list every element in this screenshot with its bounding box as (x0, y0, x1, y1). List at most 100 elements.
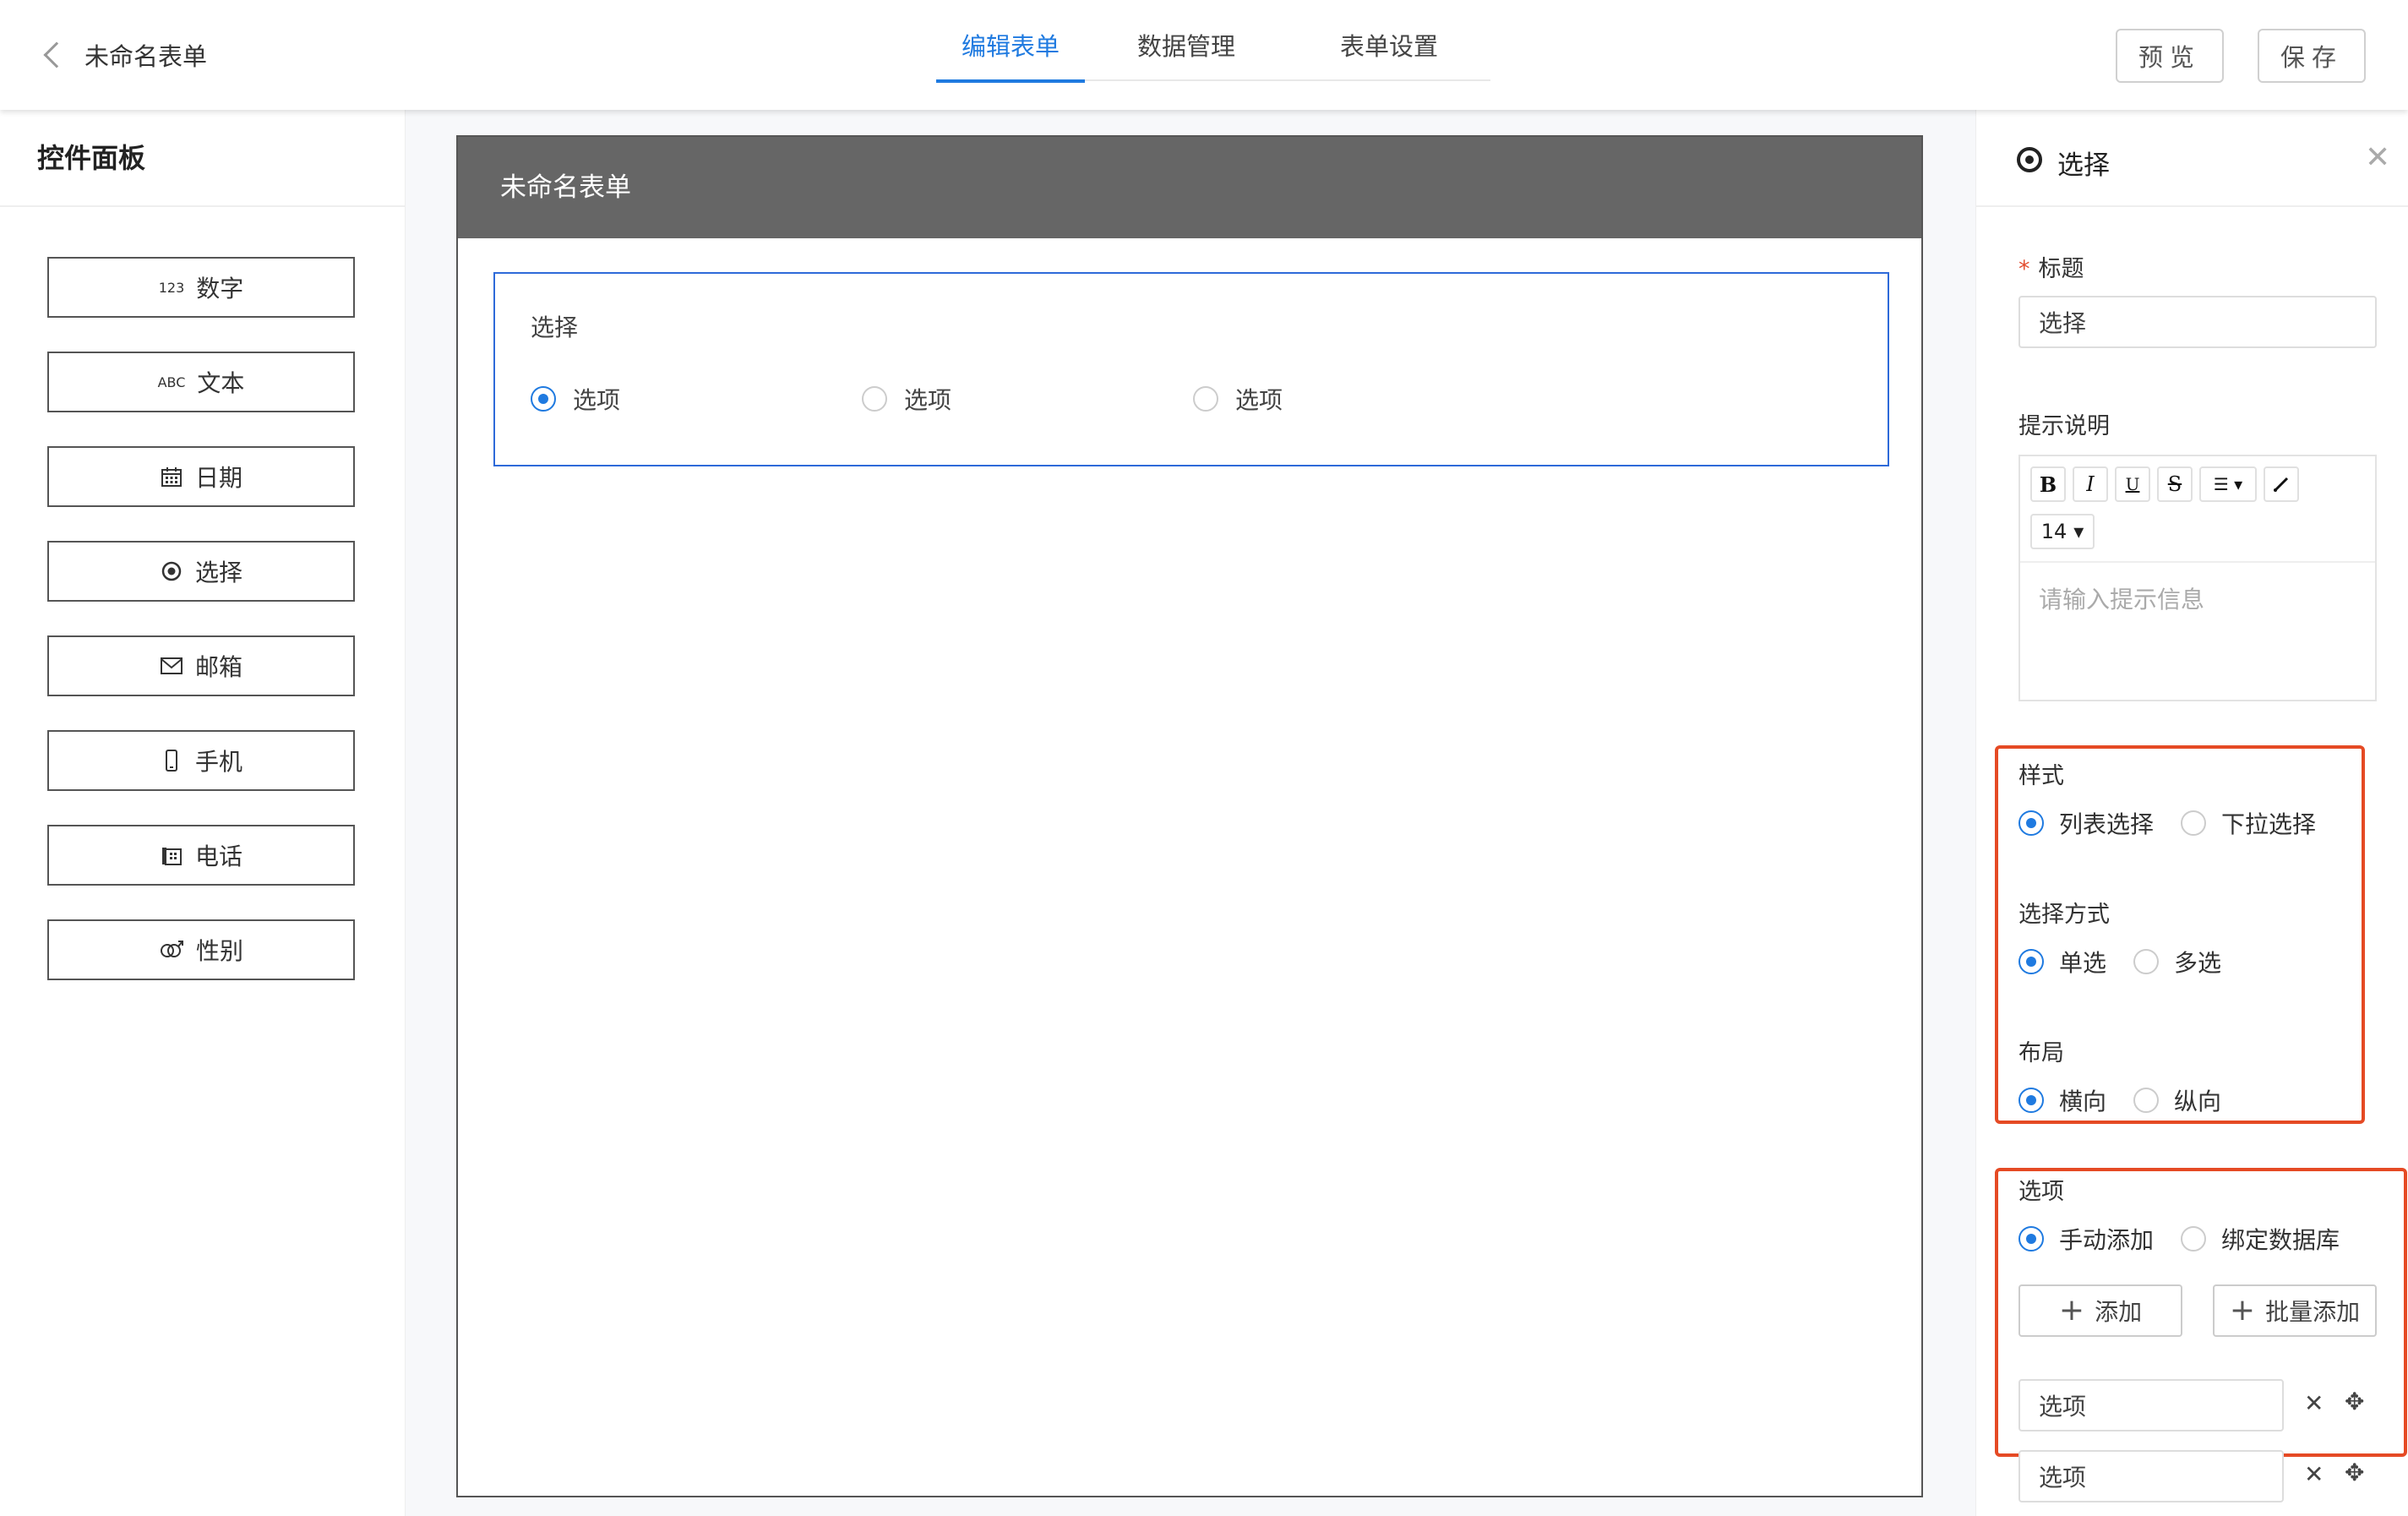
title-input[interactable]: 选择 (2018, 296, 2377, 348)
radio-icon (160, 560, 183, 582)
option-row-input[interactable]: 选项 (2018, 1450, 2284, 1502)
font-size-toolbar: 14 ▾ (2030, 514, 2095, 549)
option-row-input[interactable]: 选项 (2018, 1379, 2284, 1431)
brush-icon[interactable] (2264, 466, 2299, 502)
style-option-list[interactable]: 列表选择 (2018, 806, 2154, 840)
radio-button[interactable] (862, 386, 887, 412)
bold-icon[interactable]: B (2030, 466, 2066, 502)
control-label: 邮箱 (194, 653, 242, 681)
properties-title: 选择 (2057, 150, 2110, 181)
source-option-manual[interactable]: 手动添加 (2018, 1222, 2154, 1256)
option-label: 选项 (573, 386, 621, 414)
tab-form-settings[interactable]: 表单设置 (1288, 0, 1490, 81)
move-icon[interactable]: ✥ (2345, 1459, 2364, 1486)
options-label: 选项 (2018, 1179, 2064, 1205)
option-label: 选项 (1235, 386, 1283, 414)
add-option-button[interactable]: + 添加 (2018, 1284, 2182, 1337)
mode-option-multi[interactable]: 多选 (2133, 945, 2221, 979)
underline-icon[interactable]: U (2115, 466, 2150, 502)
radio-button[interactable] (2181, 810, 2206, 836)
layout-option-vertical[interactable]: 纵向 (2133, 1083, 2221, 1117)
control-panel: 控件面板 123 数字 ABC 文本 日期 选择 邮箱 手机 电话 性别 (0, 110, 406, 1516)
required-mark: * (2018, 256, 2030, 282)
align-dropdown-icon[interactable]: ☰ ▾ (2199, 466, 2257, 502)
control-date[interactable]: 日期 (47, 446, 355, 507)
properties-header: 选择 ✕ (1976, 110, 2408, 207)
gender-icon (159, 939, 184, 961)
mode-option-single[interactable]: 单选 (2018, 945, 2106, 979)
control-email[interactable]: 邮箱 (47, 635, 355, 696)
control-gender[interactable]: 性别 (47, 919, 355, 980)
mail-icon (160, 657, 183, 675)
delete-icon[interactable]: ✕ (2304, 1389, 2324, 1417)
control-label: 性别 (195, 937, 243, 965)
layout-label: 布局 (2018, 1040, 2064, 1066)
radio-button[interactable] (531, 386, 556, 412)
control-mobile[interactable]: 手机 (47, 730, 355, 791)
control-label: 日期 (194, 464, 242, 492)
layout-option-horizontal[interactable]: 横向 (2018, 1083, 2106, 1117)
field-option-3[interactable]: 选项 (1193, 382, 1283, 416)
strikethrough-icon[interactable]: S (2157, 466, 2193, 502)
radio-icon (2017, 147, 2042, 172)
hint-editor: B I U S ☰ ▾ 14 ▾ 请输入提示信息 (2018, 455, 2377, 701)
control-phone[interactable]: 电话 (47, 825, 355, 886)
radio-button[interactable] (2181, 1226, 2206, 1252)
text-icon: ABC (157, 374, 186, 390)
chevron-left-icon (43, 41, 70, 68)
form-name: 未命名表单 (84, 42, 208, 71)
style-label: 样式 (2018, 763, 2064, 789)
radio-button[interactable] (2133, 949, 2159, 974)
save-button[interactable]: 保存 (2258, 29, 2366, 83)
control-select[interactable]: 选择 (47, 541, 355, 602)
control-label: 手机 (194, 748, 242, 776)
radio-button[interactable] (2018, 1088, 2044, 1113)
editor-toolbar: B I U S ☰ ▾ (2030, 466, 2299, 502)
back-button[interactable]: 未命名表单 (41, 37, 207, 73)
hint-placeholder[interactable]: 请输入提示信息 (2039, 581, 2204, 615)
top-bar: 未命名表单 编辑表单 数据管理 表单设置 预览 保存 (0, 0, 2408, 110)
delete-icon[interactable]: ✕ (2304, 1460, 2324, 1488)
calendar-icon (160, 466, 183, 488)
phone-icon (160, 844, 183, 866)
plus-icon: + (2058, 1293, 2085, 1328)
number-icon: 123 (158, 279, 185, 296)
tab-data-management[interactable]: 数据管理 (1085, 0, 1288, 81)
control-number[interactable]: 123 数字 (47, 257, 355, 318)
hint-label: 提示说明 (2018, 413, 2110, 439)
form-canvas: 未命名表单 选择 选项 选项 选项 (456, 135, 1923, 1497)
properties-panel: 选择 ✕ * 标题 选择 提示说明 B I U S ☰ ▾ 14 ▾ 请输入提示信息… (1975, 110, 2408, 1516)
control-panel-title: 控件面板 (0, 110, 405, 207)
mobile-icon (160, 750, 183, 772)
control-label: 选择 (194, 559, 242, 586)
source-option-database[interactable]: 绑定数据库 (2181, 1222, 2340, 1256)
control-text[interactable]: ABC 文本 (47, 352, 355, 412)
style-option-dropdown[interactable]: 下拉选择 (2181, 806, 2316, 840)
radio-button[interactable] (1193, 386, 1218, 412)
mode-label: 选择方式 (2018, 902, 2110, 928)
field-option-1[interactable]: 选项 (531, 382, 620, 416)
tab-bar: 编辑表单 数据管理 表单设置 (936, 0, 1490, 83)
radio-button[interactable] (2018, 810, 2044, 836)
select-field-card[interactable]: 选择 选项 选项 选项 (493, 272, 1889, 466)
font-size-select[interactable]: 14 ▾ (2030, 514, 2095, 549)
option-label: 选项 (904, 386, 952, 414)
radio-button[interactable] (2133, 1088, 2159, 1113)
preview-button[interactable]: 预览 (2116, 29, 2224, 83)
tab-edit-form[interactable]: 编辑表单 (936, 0, 1085, 83)
close-icon[interactable]: ✕ (2365, 140, 2390, 175)
field-option-2[interactable]: 选项 (862, 382, 951, 416)
control-label: 电话 (194, 843, 242, 870)
field-label: 选择 (531, 314, 579, 341)
control-label: 文本 (197, 369, 245, 397)
radio-button[interactable] (2018, 1226, 2044, 1252)
plus-icon: + (2229, 1293, 2256, 1328)
bulk-add-button[interactable]: + 批量添加 (2213, 1284, 2377, 1337)
italic-icon[interactable]: I (2073, 466, 2108, 502)
move-icon[interactable]: ✥ (2345, 1388, 2364, 1415)
radio-button[interactable] (2018, 949, 2044, 974)
control-label: 数字 (196, 275, 244, 303)
title-label: * 标题 (2018, 256, 2084, 282)
divider (2020, 561, 2375, 563)
form-title[interactable]: 未命名表单 (458, 137, 1921, 238)
